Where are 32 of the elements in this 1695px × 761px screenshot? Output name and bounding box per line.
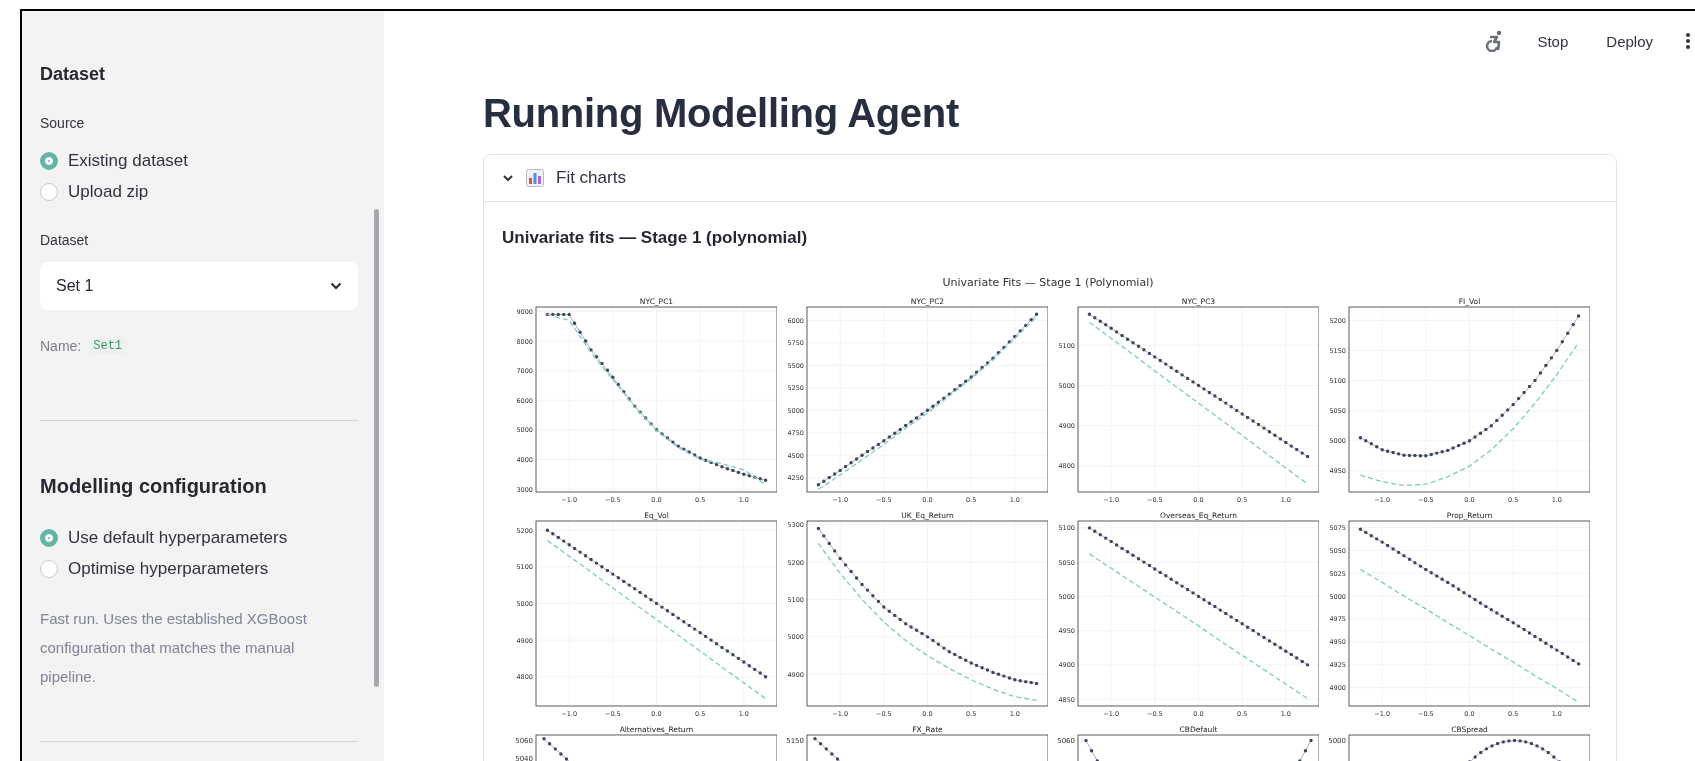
dataset-select[interactable]: Set 1 [40,262,358,310]
chevron-down-icon [502,172,514,184]
radio-icon[interactable] [40,182,58,201]
name-label: Name: [40,338,82,354]
more-menu-icon[interactable] [1685,32,1691,50]
header-button[interactable]: Deploy [1600,28,1659,54]
radio-option[interactable]: Use default hyperparameters [40,522,358,553]
page-title: Running Modelling Agent [483,91,960,136]
radio-label: Use default hyperparameters [68,527,288,548]
radio-option[interactable]: Existing dataset [40,145,358,176]
expander-header[interactable]: Fit charts [484,155,1616,202]
radio-option[interactable]: Optimise hyperparameters [40,553,358,584]
field-label: Dataset [40,232,90,248]
section-heading: Univariate fits — Stage 1 (polynomial) [502,228,809,248]
radio-label: Existing dataset [68,150,188,171]
section-heading: Dataset [40,64,107,85]
radio-option[interactable]: Upload zip [40,176,358,207]
bar-chart-icon [526,169,544,187]
radio-icon[interactable] [40,151,58,170]
field-label: Source [40,115,86,131]
radio-label: Optimise hyperparameters [68,558,269,579]
radio-icon[interactable] [40,559,58,578]
scrollbar-thumb[interactable] [374,209,379,687]
help-text: Fast run. Uses the established XGBoost configuration that matches the manual pipeline. [40,609,308,687]
expander-label: Fit charts [556,168,626,188]
name-value: Set1 [89,338,127,354]
chevron-down-icon [330,282,342,290]
header-button[interactable]: Stop [1531,28,1575,54]
radio-icon[interactable] [40,528,58,547]
figure-title: Univariate Fits — Stage 1 (Polynomial) [941,276,1155,291]
section-heading: Modelling configuration [40,475,268,498]
radio-label: Upload zip [68,181,149,202]
